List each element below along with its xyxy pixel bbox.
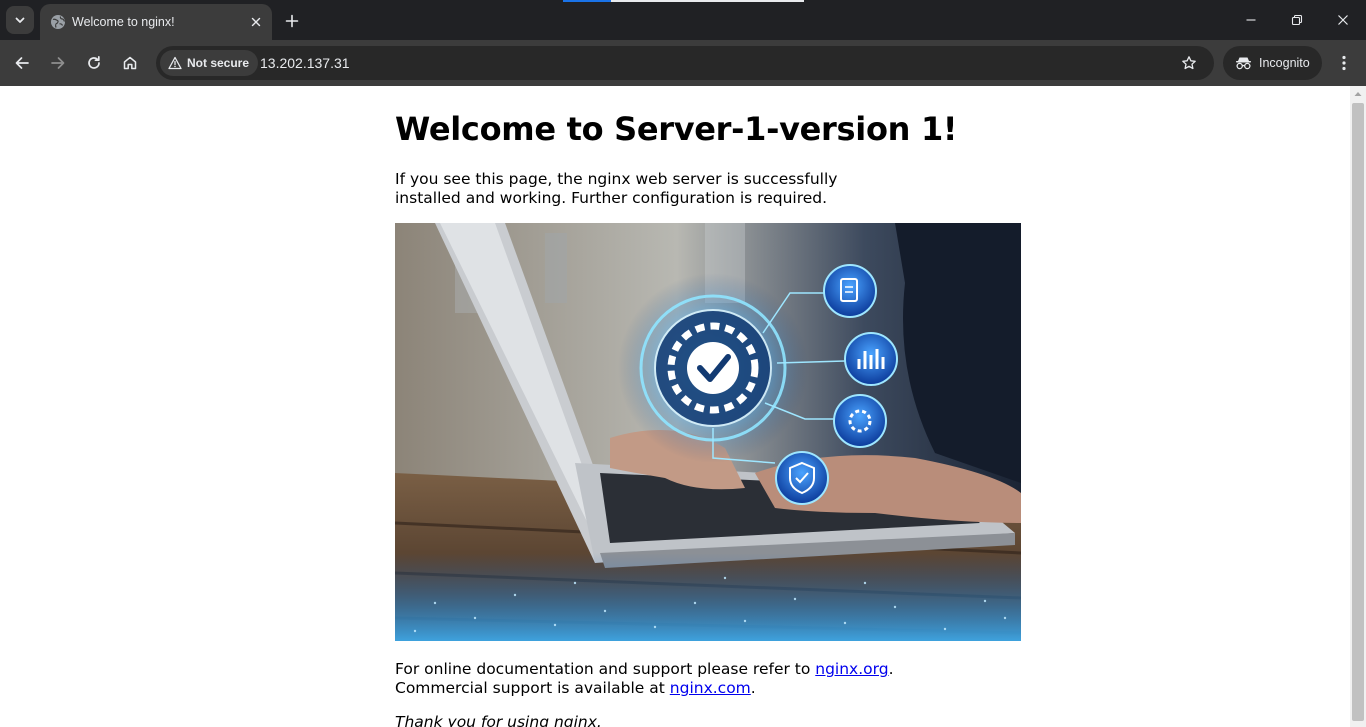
reload-button[interactable]: [81, 50, 107, 76]
minimize-button[interactable]: [1228, 0, 1274, 40]
reload-icon: [88, 55, 100, 69]
scroll-up-arrow-icon: [1354, 92, 1362, 96]
hero-image: [395, 223, 1021, 641]
docs-paragraph: For online documentation and support ple…: [395, 660, 1035, 698]
page-scrollbar[interactable]: [1350, 86, 1366, 727]
address-bar[interactable]: Not secure 13.202.137.31: [156, 46, 1214, 80]
warning-triangle-icon: [168, 56, 182, 70]
globe-icon: [51, 15, 66, 29]
chevron-down-icon: [15, 17, 25, 23]
web-page-viewport: Welcome to Server-1-version 1! If you se…: [0, 86, 1350, 727]
star-icon: [1182, 56, 1196, 70]
scroll-thumb[interactable]: [1352, 103, 1364, 721]
tab-title: Welcome to nginx!: [72, 15, 175, 29]
scroll-up-button[interactable]: [1350, 86, 1366, 102]
forward-button[interactable]: [45, 50, 71, 76]
thanks-paragraph: Thank you for using nginx.: [395, 713, 602, 727]
commercial-prefix-text: Commercial support is available at: [395, 679, 670, 697]
active-tab[interactable]: Welcome to nginx!: [40, 4, 272, 40]
restore-button[interactable]: [1274, 0, 1320, 40]
docs-suffix-text: .: [888, 660, 894, 678]
incognito-indicator[interactable]: Incognito: [1223, 46, 1322, 80]
forward-arrow-icon: [51, 57, 65, 69]
browser-toolbar: Not secure 13.202.137.31 Incognito: [0, 40, 1366, 86]
window-close-icon: [1338, 15, 1348, 25]
page-heading: Welcome to Server-1-version 1!: [395, 110, 958, 148]
url-text[interactable]: 13.202.137.31: [260, 54, 350, 72]
plus-icon: [285, 14, 299, 28]
tab-strip: Welcome to nginx!: [0, 0, 1366, 40]
incognito-label: Incognito: [1259, 56, 1310, 70]
back-button[interactable]: [9, 50, 35, 76]
tab-drag-indicator: [563, 0, 804, 2]
new-tab-button[interactable]: [280, 9, 304, 33]
nginx-org-link[interactable]: nginx.org: [815, 660, 888, 678]
incognito-icon: [1236, 57, 1251, 70]
home-button[interactable]: [117, 50, 143, 76]
tab-search-button[interactable]: [6, 6, 34, 34]
back-arrow-icon: [15, 57, 29, 69]
commercial-suffix-text: .: [750, 679, 756, 697]
security-label: Not secure: [187, 56, 250, 70]
browser-menu-button[interactable]: [1332, 50, 1356, 76]
kebab-menu-icon: [1342, 55, 1346, 71]
docs-prefix-text: For online documentation and support ple…: [395, 660, 816, 678]
intro-paragraph: If you see this page, the nginx web serv…: [395, 170, 838, 207]
security-indicator[interactable]: Not secure: [160, 50, 259, 76]
restore-icon: [1291, 14, 1303, 26]
close-icon: [251, 17, 261, 27]
nginx-com-link[interactable]: nginx.com: [670, 679, 751, 697]
home-icon: [123, 56, 137, 70]
minimize-icon: [1246, 19, 1256, 21]
bookmark-button[interactable]: [1178, 52, 1200, 74]
tab-close-button[interactable]: [247, 13, 265, 31]
window-close-button[interactable]: [1320, 0, 1366, 40]
